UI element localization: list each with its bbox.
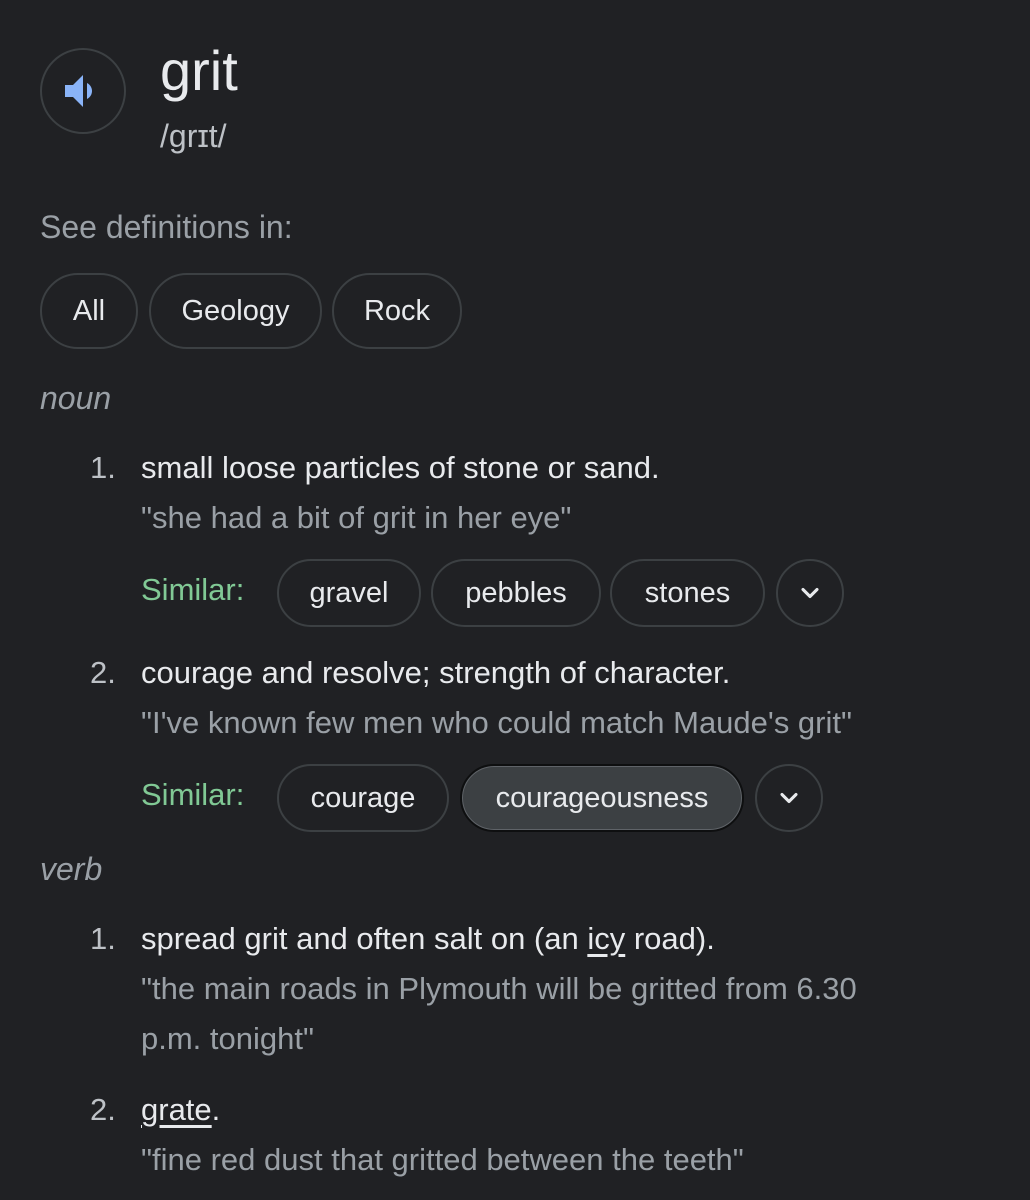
synonym-chip-gravel[interactable]: gravel (277, 559, 421, 627)
example-line: "the main roads in Plymouth will be grit… (141, 971, 857, 1006)
definition-text: small loose particles of stone or sand. (141, 450, 660, 485)
pronunciation-audio-button[interactable] (40, 48, 126, 134)
example-sentence: "fine red dust that gritted between the … (141, 1142, 744, 1177)
synonym-chip-stones[interactable]: stones (610, 559, 765, 627)
chip-label: Geology (181, 294, 290, 327)
sense-number: 2. (90, 655, 116, 690)
similar-label: Similar: (141, 572, 245, 607)
similar-label: Similar: (141, 777, 245, 812)
headword: grit (160, 39, 238, 102)
definition-text: courage and resolve; strength of charact… (141, 655, 731, 690)
definition-text-part: road). (625, 921, 715, 956)
part-of-speech-verb: verb (40, 851, 103, 887)
definition-text-part: spread grit and often salt on (an (141, 921, 588, 956)
chip-label: pebbles (465, 576, 567, 609)
part-of-speech-noun: noun (40, 380, 112, 416)
chip-label: All (72, 294, 106, 327)
sense-number: 2. (90, 1092, 116, 1127)
example-sentence: "I've known few men who could match Maud… (141, 705, 853, 740)
filter-chip-rock[interactable]: Rock (332, 273, 462, 349)
filter-chip-all[interactable]: All (40, 273, 138, 349)
sense-number: 1. (90, 921, 116, 956)
chip-label: stones (644, 576, 731, 609)
see-definitions-label: See definitions in: (40, 209, 293, 245)
chip-label: courageousness (495, 781, 709, 814)
chevron-down-icon (801, 587, 819, 599)
example-line: p.m. tonight" (141, 1021, 314, 1056)
chip-label: courage (310, 781, 416, 814)
chip-label: gravel (309, 576, 389, 609)
expand-synonyms-button[interactable] (755, 764, 823, 832)
filter-chip-geology[interactable]: Geology (149, 273, 322, 349)
definition-link-grate[interactable]: grate (141, 1092, 212, 1127)
chip-label: Rock (363, 294, 431, 327)
expand-synonyms-button[interactable] (776, 559, 844, 627)
definition-link-icy[interactable]: icy (587, 921, 625, 956)
speaker-icon (65, 75, 92, 107)
definition-text: grate. (141, 1090, 220, 1130)
definition-text: spread grit and often salt on (an icy ro… (141, 919, 715, 959)
chevron-down-icon (780, 792, 798, 804)
synonym-chip-pebbles[interactable]: pebbles (431, 559, 601, 627)
synonym-chip-courageousness[interactable]: courageousness (460, 764, 744, 832)
example-sentence: "she had a bit of grit in her eye" (141, 500, 572, 535)
synonym-chip-courage[interactable]: courage (277, 764, 449, 832)
definition-text-part: . (211, 1092, 221, 1127)
sense-number: 1. (90, 450, 116, 485)
example-sentence: "the main roads in Plymouth will be grit… (141, 964, 981, 1064)
phonetic-spelling: /grɪt/ (160, 118, 227, 154)
